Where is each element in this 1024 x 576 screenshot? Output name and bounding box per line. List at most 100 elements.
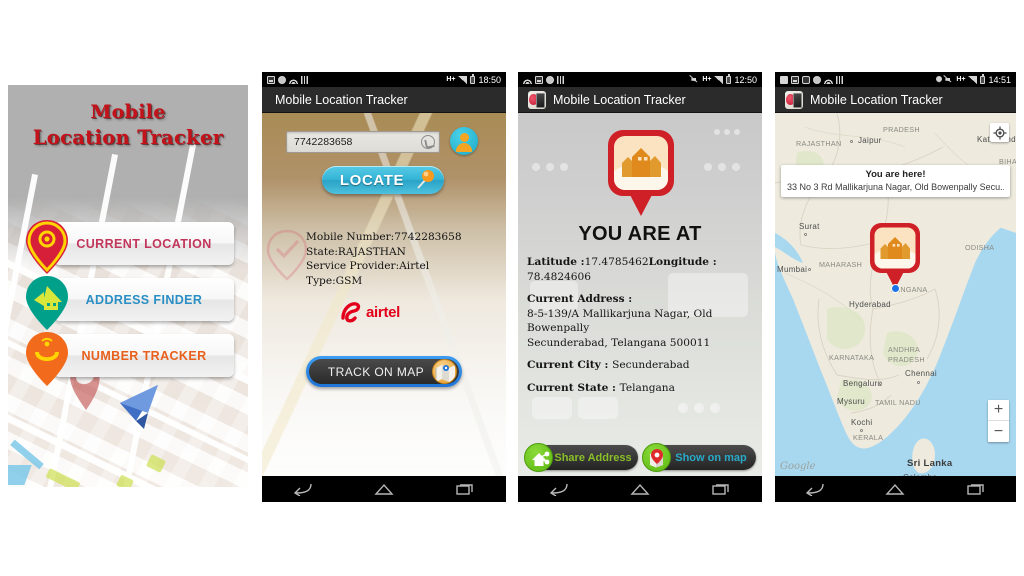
wifi-icon — [289, 75, 298, 84]
map-label: Chennai — [905, 369, 937, 378]
my-location-icon[interactable] — [990, 123, 1009, 142]
address-label: Current Address : — [527, 293, 633, 305]
latitude-label: Latitude : — [527, 256, 585, 268]
home-button[interactable] — [373, 482, 395, 496]
status-bar: H+ 12:50 — [518, 72, 762, 87]
action-bar-title: Mobile Location Tracker — [275, 92, 408, 107]
home-pin-icon — [26, 276, 68, 330]
airtel-mark-icon — [341, 302, 361, 323]
zoom-out-button[interactable]: − — [988, 421, 1009, 442]
locate-button[interactable]: LOCATE — [322, 166, 444, 194]
carrier-name: airtel — [366, 303, 401, 321]
menu-item-number-tracker[interactable]: NUMBER TRACKER — [22, 328, 234, 386]
zoom-in-button[interactable]: + — [988, 400, 1009, 421]
sim-icon — [301, 75, 309, 84]
recent-apps-button[interactable] — [965, 482, 987, 496]
coordinates-row: Latitude :17.4785462Longitude : 78.48246… — [527, 255, 756, 284]
longitude-value: 78.4824606 — [527, 270, 592, 283]
splash-title-line1: Mobile — [90, 101, 166, 123]
result-mobile-number: Mobile Number:7742283658 — [306, 231, 462, 243]
map-info-window[interactable]: You are here! 33 No 3 Rd Mallikarjuna Na… — [781, 165, 1010, 197]
number-tracker-screen-panel: H+ 18:50 Mobile Location Tracker 7742283… — [262, 72, 506, 502]
chat-icon — [802, 75, 810, 84]
address-finder-button[interactable]: ADDRESS FINDER — [54, 278, 234, 321]
action-bar: Mobile Location Tracker — [775, 87, 1016, 113]
current-location-screen-panel: H+ 12:50 Mobile Location Tracker YOU ARE… — [518, 72, 762, 502]
paper-plane-icon — [120, 385, 158, 429]
map-label: Sri Lanka — [907, 458, 953, 469]
action-bar: Mobile Location Tracker — [262, 87, 506, 113]
number-tracker-button[interactable]: NUMBER TRACKER — [54, 334, 234, 377]
map-label: Kochi — [851, 418, 873, 427]
current-location-label: CURRENT LOCATION — [76, 236, 212, 251]
menu-item-current-location[interactable]: CURRENT LOCATION — [22, 216, 234, 274]
phone-number-value: 7742283658 — [294, 136, 353, 148]
usb-icon — [546, 75, 554, 84]
splash-screen-panel: Mobile Location Tracker CURRENT LOCATION… — [8, 85, 248, 487]
google-attribution: Google — [780, 461, 816, 472]
menu-item-address-finder[interactable]: ADDRESS FINDER — [22, 272, 234, 330]
address-finder-label: ADDRESS FINDER — [85, 292, 203, 307]
phone-icon — [421, 135, 435, 149]
map-label: PRADESH — [883, 125, 920, 134]
track-on-map-button[interactable]: TRACK ON MAP — [306, 356, 462, 387]
recent-apps-button[interactable] — [454, 482, 476, 496]
screenshot-icon — [791, 75, 799, 84]
sim-icon — [557, 75, 565, 84]
location-heading: YOU ARE AT — [578, 223, 702, 245]
network-type-label: H+ — [702, 76, 712, 83]
number-tracker-label: NUMBER TRACKER — [81, 348, 207, 363]
wifi-icon — [824, 75, 833, 84]
google-map[interactable]: PRADESH RAJASTHAN Jaipur Kathmand BIHA S… — [775, 113, 1016, 476]
status-time: 14:51 — [988, 74, 1011, 85]
screenshot-stage: Mobile Location Tracker CURRENT LOCATION… — [0, 0, 1024, 576]
network-type-label: H+ — [446, 76, 456, 83]
map-screen-panel: H+ 14:51 Mobile Location Tracker PRADESH… — [775, 72, 1016, 502]
signal-icon — [714, 75, 724, 84]
status-bar: H+ 18:50 — [262, 72, 506, 87]
action-buttons: Share Address Show on map — [524, 443, 756, 472]
back-button[interactable] — [804, 482, 826, 496]
share-address-button[interactable]: Share Address — [524, 443, 638, 472]
map-label: KARNATAKA — [829, 353, 875, 362]
status-time: 18:50 — [478, 74, 501, 85]
share-home-icon — [524, 443, 553, 472]
info-window-address: 33 No 3 Rd Mallikarjuna Nagar, Old Bowen… — [787, 182, 1004, 192]
recent-apps-button[interactable] — [710, 482, 732, 496]
map-label: Surat — [799, 222, 820, 231]
network-type-label: H+ — [956, 76, 966, 83]
map-label: Bengaluru — [843, 379, 883, 388]
status-time: 12:50 — [734, 74, 757, 85]
result-service-provider: Service Provider:Airtel — [306, 260, 430, 272]
result-type: Type:GSM — [306, 274, 363, 287]
navigation-bar — [262, 476, 506, 502]
wifi-icon — [523, 75, 532, 84]
show-on-map-label: Show on map — [675, 451, 747, 464]
screenshot-icon — [535, 75, 543, 84]
current-location-content: YOU ARE AT Latitude :17.4785462Longitude… — [518, 113, 762, 476]
action-bar-title: Mobile Location Tracker — [810, 92, 943, 107]
show-on-map-button[interactable]: Show on map — [642, 443, 756, 472]
current-location-button[interactable]: CURRENT LOCATION — [54, 222, 234, 265]
result-state: State:RAJASTHAN — [306, 245, 406, 258]
location-pin-icon — [26, 220, 68, 274]
longitude-label: Longitude : — [648, 256, 717, 268]
map-label: MAHARASH — [819, 260, 863, 269]
back-button[interactable] — [292, 482, 314, 496]
map-label: Hyderabad — [849, 300, 891, 309]
map-label: Jaipur — [858, 136, 882, 145]
navigation-bar — [775, 476, 1016, 502]
contact-picker-button[interactable] — [450, 127, 478, 155]
usb-icon — [813, 75, 821, 84]
sim-icon — [836, 75, 844, 84]
phone-pin-icon — [26, 332, 68, 386]
phone-number-input[interactable]: 7742283658 — [286, 131, 440, 153]
back-button[interactable] — [548, 482, 570, 496]
city-label: Current City : — [527, 359, 613, 371]
home-button[interactable] — [629, 482, 651, 496]
latitude-value: 17.4785462 — [584, 256, 649, 268]
city-value: Secunderabad — [612, 359, 690, 371]
home-button[interactable] — [884, 482, 906, 496]
signal-icon — [458, 75, 468, 84]
location-marker-logo-icon[interactable] — [867, 221, 923, 291]
